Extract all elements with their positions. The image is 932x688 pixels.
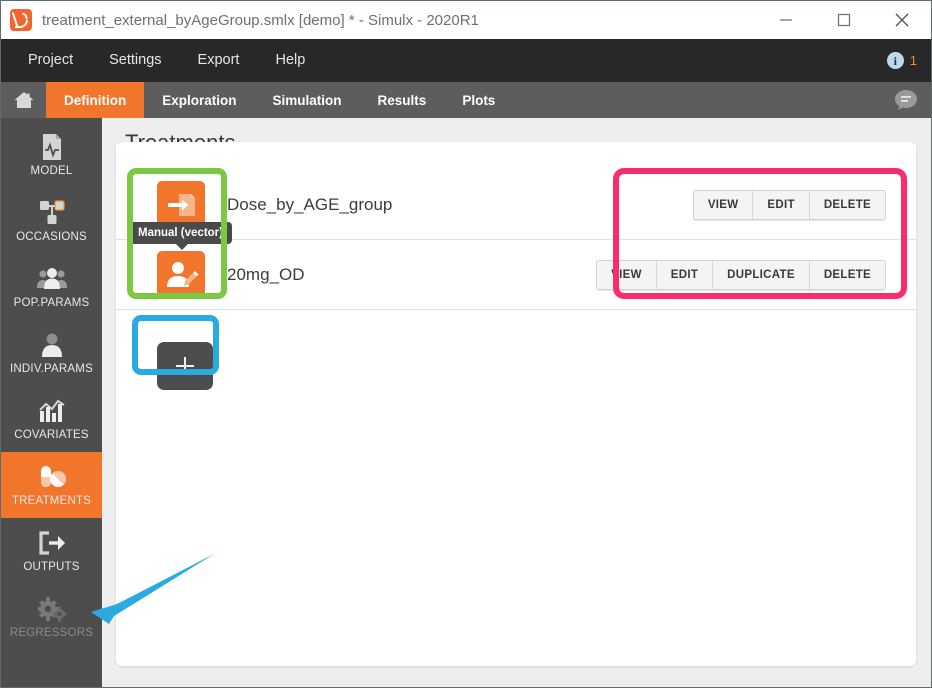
sidebar-item-regressors[interactable]: REGRESSORS: [1, 584, 102, 650]
close-icon: [894, 12, 910, 28]
delete-button[interactable]: DELETE: [810, 191, 885, 219]
tab-bar: Definition Exploration Simulation Result…: [1, 82, 931, 118]
edit-button[interactable]: EDIT: [753, 191, 809, 219]
person-icon: [40, 331, 64, 358]
sidebar-item-model[interactable]: MODEL: [1, 122, 102, 188]
table-row[interactable]: 20mg_OD VIEW EDIT DUPLICATE DELETE: [116, 240, 916, 310]
bar-chart-icon: [38, 397, 66, 424]
sidebar-item-covariates[interactable]: COVARIATES: [1, 386, 102, 452]
sidebar-item-treatments[interactable]: TREATMENTS: [1, 452, 102, 518]
maximize-icon: [837, 13, 851, 27]
plus-icon: [176, 357, 194, 375]
home-icon: [13, 90, 35, 110]
row-actions: VIEW EDIT DELETE: [693, 190, 886, 220]
manual-person-edit-icon[interactable]: [157, 251, 205, 299]
home-button[interactable]: [1, 82, 46, 118]
simulx-window: treatment_external_byAgeGroup.smlx [demo…: [0, 0, 932, 688]
export-arrow-icon: [37, 529, 67, 556]
view-button[interactable]: VIEW: [597, 261, 657, 289]
minimize-button[interactable]: [757, 1, 815, 39]
window-controls: [757, 1, 931, 39]
node-tree-icon: [37, 199, 67, 226]
sidebar-item-pop-params[interactable]: POP.PARAMS: [1, 254, 102, 320]
sidebar-label-model: MODEL: [31, 165, 73, 177]
document-wave-icon: [39, 133, 65, 160]
treatment-name: Dose_by_AGE_group: [227, 195, 392, 215]
menu-bar: Project Settings Export Help i 1: [1, 39, 931, 82]
minimize-icon: [779, 13, 793, 27]
gears-icon: [37, 595, 67, 622]
duplicate-button[interactable]: DUPLICATE: [713, 261, 810, 289]
sidebar: MODEL OCCASIONS: [1, 118, 102, 687]
info-icon: i: [887, 52, 904, 69]
chat-button[interactable]: [893, 82, 919, 118]
treatments-card: Dose_by_AGE_group VIEW EDIT DELETE: [116, 142, 916, 666]
treatment-type-tooltip: Manual (vector): [129, 222, 232, 244]
sidebar-label-indiv-params: INDIV.PARAMS: [10, 363, 93, 375]
menu-item-settings[interactable]: Settings: [95, 39, 175, 82]
sidebar-item-indiv-params[interactable]: INDIV.PARAMS: [1, 320, 102, 386]
tab-simulation[interactable]: Simulation: [255, 82, 360, 118]
sidebar-item-occasions[interactable]: OCCASIONS: [1, 188, 102, 254]
tab-plots[interactable]: Plots: [444, 82, 513, 118]
sidebar-label-covariates: COVARIATES: [14, 429, 88, 441]
tooltip-text: Manual (vector): [138, 227, 223, 239]
row-actions: VIEW EDIT DUPLICATE DELETE: [596, 260, 886, 290]
treatment-name: 20mg_OD: [227, 265, 304, 285]
edit-button[interactable]: EDIT: [657, 261, 713, 289]
simulx-logo-icon: [10, 9, 32, 31]
sidebar-item-outputs[interactable]: OUTPUTS: [1, 518, 102, 584]
window-title: treatment_external_byAgeGroup.smlx [demo…: [42, 12, 479, 29]
sidebar-label-pop-params: POP.PARAMS: [14, 297, 90, 309]
add-treatment-button[interactable]: [157, 342, 213, 390]
title-bar: treatment_external_byAgeGroup.smlx [demo…: [1, 1, 931, 39]
notification-group[interactable]: i 1: [887, 39, 917, 82]
menu-item-project[interactable]: Project: [14, 39, 87, 82]
tab-exploration[interactable]: Exploration: [144, 82, 254, 118]
table-row[interactable]: Dose_by_AGE_group VIEW EDIT DELETE: [116, 170, 916, 240]
tooltip-arrow: [175, 243, 189, 250]
main-content: Treatments Dose_by_AGE_group VIEW EDIT D: [102, 118, 931, 687]
pills-icon: [37, 463, 67, 490]
sidebar-label-treatments: TREATMENTS: [12, 495, 91, 507]
group-people-icon: [36, 265, 68, 292]
delete-button[interactable]: DELETE: [810, 261, 885, 289]
tab-results[interactable]: Results: [360, 82, 445, 118]
sidebar-label-regressors: REGRESSORS: [10, 627, 93, 639]
chat-bubble-icon: [893, 88, 919, 112]
maximize-button[interactable]: [815, 1, 873, 39]
tab-definition[interactable]: Definition: [46, 82, 144, 118]
menu-item-export[interactable]: Export: [184, 39, 254, 82]
menu-item-help[interactable]: Help: [261, 39, 319, 82]
view-button[interactable]: VIEW: [694, 191, 754, 219]
close-button[interactable]: [873, 1, 931, 39]
notification-count: 1: [910, 53, 917, 68]
sidebar-label-occasions: OCCASIONS: [16, 231, 87, 243]
sidebar-label-outputs: OUTPUTS: [23, 561, 79, 573]
